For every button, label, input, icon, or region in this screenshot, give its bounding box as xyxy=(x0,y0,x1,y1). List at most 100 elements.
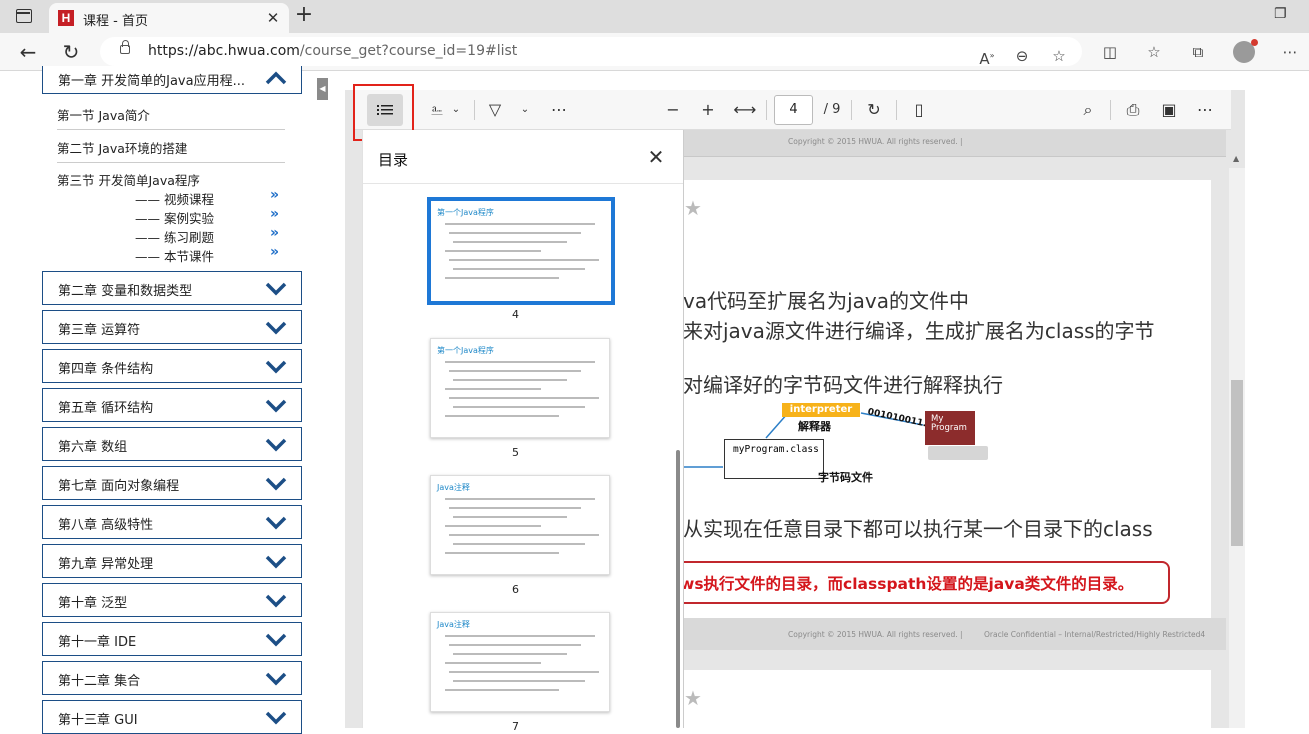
chapter-item[interactable]: 第七章 面向对象编程 xyxy=(42,466,302,500)
more-menu-icon[interactable]: ⋯ xyxy=(1279,41,1301,63)
page-thumbnail[interactable]: 第一个Java程序 xyxy=(427,197,615,305)
page-thumbnail[interactable]: 第一个Java程序 xyxy=(430,338,610,438)
chevron-down-icon[interactable] xyxy=(265,399,287,413)
chevron-down-icon[interactable] xyxy=(265,516,287,530)
page-scroll-thumb[interactable] xyxy=(1231,380,1243,546)
thumb-text-line xyxy=(453,653,567,655)
collapse-sidebar-handle[interactable]: ◀ xyxy=(317,78,328,100)
thumb-text-line xyxy=(445,223,595,225)
chapter-item[interactable]: 第五章 循环结构 xyxy=(42,388,302,422)
split-screen-icon[interactable]: ◫ xyxy=(1099,41,1121,63)
toc-scroll-thumb[interactable] xyxy=(676,450,680,728)
chapter-item[interactable]: 第四章 条件结构 xyxy=(42,349,302,383)
chapter-item[interactable]: 第三章 运算符 xyxy=(42,310,302,344)
print-icon[interactable]: ⎙ xyxy=(1122,90,1144,130)
fit-width-icon[interactable]: ⟷ xyxy=(733,90,757,130)
zoom-icon[interactable]: ⊖ xyxy=(1011,45,1033,67)
favorites-icon[interactable]: ☆ xyxy=(1143,41,1165,63)
chevron-down-icon[interactable] xyxy=(265,477,287,491)
page-number-input[interactable]: 4 xyxy=(774,95,813,125)
thumb-text-line xyxy=(445,250,541,252)
favorite-add-icon[interactable]: ☆ xyxy=(1048,45,1070,67)
chapter-item[interactable]: 第八章 高级特性 xyxy=(42,505,302,539)
thumb-text-line xyxy=(449,397,599,399)
section-1-3[interactable]: 第三节 开发简单Java程序 xyxy=(57,170,285,189)
sub-practice[interactable]: —— 练习刷题 xyxy=(135,227,214,246)
chapter-1[interactable]: 第一章 开发简单的Java应用程... xyxy=(42,66,302,94)
browser-tab[interactable]: H 课程 - 首页 ✕ xyxy=(49,3,289,33)
section-1-2[interactable]: 第二节 Java环境的搭建 xyxy=(57,138,285,157)
chapter-label: 第六章 数组 xyxy=(58,440,128,455)
new-tab-button[interactable]: + xyxy=(291,3,317,29)
chapter-item[interactable]: 第十三章 GUI xyxy=(42,700,302,734)
lock-icon[interactable] xyxy=(120,40,130,54)
read-aloud-icon[interactable]: A» xyxy=(976,45,998,68)
chapter-item[interactable]: 第十章 泛型 xyxy=(42,583,302,617)
chevron-down-icon[interactable] xyxy=(265,672,287,686)
toc-title: 目录 xyxy=(378,151,409,169)
star-icon: ★ xyxy=(684,196,702,220)
page-thumbnail[interactable]: Java注释 xyxy=(430,475,610,575)
chevron-down-icon[interactable] xyxy=(265,555,287,569)
separator xyxy=(766,100,767,120)
zoom-out-icon[interactable]: − xyxy=(663,90,683,130)
highlight-icon[interactable]: ⎁ xyxy=(427,90,447,130)
more-tools-icon[interactable]: ⋯ xyxy=(548,90,570,130)
chevron-down-icon[interactable] xyxy=(265,633,287,647)
save-icon[interactable]: ▣ xyxy=(1158,90,1180,130)
thumb-text-line xyxy=(449,507,581,509)
sub-slides[interactable]: —— 本节课件 xyxy=(135,246,214,265)
thumb-text-line xyxy=(453,680,585,682)
back-button[interactable]: ← xyxy=(14,39,42,65)
more-menu-icon[interactable]: ⋯ xyxy=(1194,90,1216,130)
chapter-item[interactable]: 第二章 变量和数据类型 xyxy=(42,271,302,305)
chevron-down-icon[interactable] xyxy=(265,594,287,608)
chapter-label: 第十二章 集合 xyxy=(58,674,141,689)
collections-icon[interactable]: ⧉ xyxy=(1187,41,1209,63)
chevron-down-icon[interactable] xyxy=(265,438,287,452)
double-chevron-right-icon[interactable]: » xyxy=(270,244,279,260)
sub-video[interactable]: —— 视频课程 xyxy=(135,189,214,208)
chapter-item[interactable]: 第九章 异常处理 xyxy=(42,544,302,578)
rotate-icon[interactable]: ↻ xyxy=(863,90,885,130)
url-text[interactable]: https://abc.hwua.com/course_get?course_i… xyxy=(148,43,517,59)
restore-window-icon[interactable]: ❐ xyxy=(1274,6,1287,22)
tab-actions-icon[interactable] xyxy=(16,9,32,23)
chevron-down-icon[interactable] xyxy=(265,360,287,374)
page-number-label: 5 xyxy=(512,446,519,459)
chevron-down-icon[interactable] xyxy=(265,711,287,725)
chapter-label: 第九章 异常处理 xyxy=(58,557,154,572)
close-tab-icon[interactable]: ✕ xyxy=(264,9,282,27)
chevron-up-icon[interactable] xyxy=(265,71,287,85)
divider xyxy=(57,162,285,163)
chapter-item[interactable]: 第十二章 集合 xyxy=(42,661,302,695)
chevron-down-icon[interactable] xyxy=(265,282,287,296)
thumb-header: Java注释 xyxy=(437,483,470,492)
thumb-text-line xyxy=(445,415,559,417)
chapter-item[interactable]: 第六章 数组 xyxy=(42,427,302,461)
thumb-text-line xyxy=(445,277,559,279)
page-view-icon[interactable]: ▯ xyxy=(908,90,930,130)
double-chevron-right-icon[interactable]: » xyxy=(270,206,279,222)
double-chevron-right-icon[interactable]: » xyxy=(270,225,279,241)
chevron-down-icon[interactable] xyxy=(265,321,287,335)
chapter-label: 第四章 条件结构 xyxy=(58,362,154,377)
chapter-item[interactable]: 第十一章 IDE xyxy=(42,622,302,656)
chevron-down-icon[interactable]: ⌄ xyxy=(518,90,532,130)
scroll-up-icon[interactable]: ▲ xyxy=(1233,154,1239,163)
sub-case[interactable]: —— 案例实验 xyxy=(135,208,214,227)
refresh-button[interactable]: ↻ xyxy=(57,39,85,65)
chevron-down-icon[interactable]: ⌄ xyxy=(449,90,463,130)
page-thumbnail[interactable]: Java注释 xyxy=(430,612,610,712)
copyright-text: Copyright © 2015 HWUA. All rights reserv… xyxy=(788,630,963,639)
profile-avatar[interactable] xyxy=(1233,39,1258,63)
double-chevron-right-icon[interactable]: » xyxy=(270,187,279,203)
section-1-1[interactable]: 第一节 Java简介 xyxy=(57,105,285,124)
url-box[interactable]: https://abc.hwua.com/course_get?course_i… xyxy=(100,37,1082,68)
draw-icon[interactable]: ▽ xyxy=(485,90,505,130)
zoom-in-icon[interactable]: + xyxy=(698,90,718,130)
close-icon[interactable]: ✕ xyxy=(645,146,667,168)
search-icon[interactable]: ⌕ xyxy=(1077,90,1099,130)
slide-text-line: 来对java源文件进行编译，生成扩展名为class的字节 xyxy=(683,319,1155,343)
thumb-text-line xyxy=(445,361,595,363)
